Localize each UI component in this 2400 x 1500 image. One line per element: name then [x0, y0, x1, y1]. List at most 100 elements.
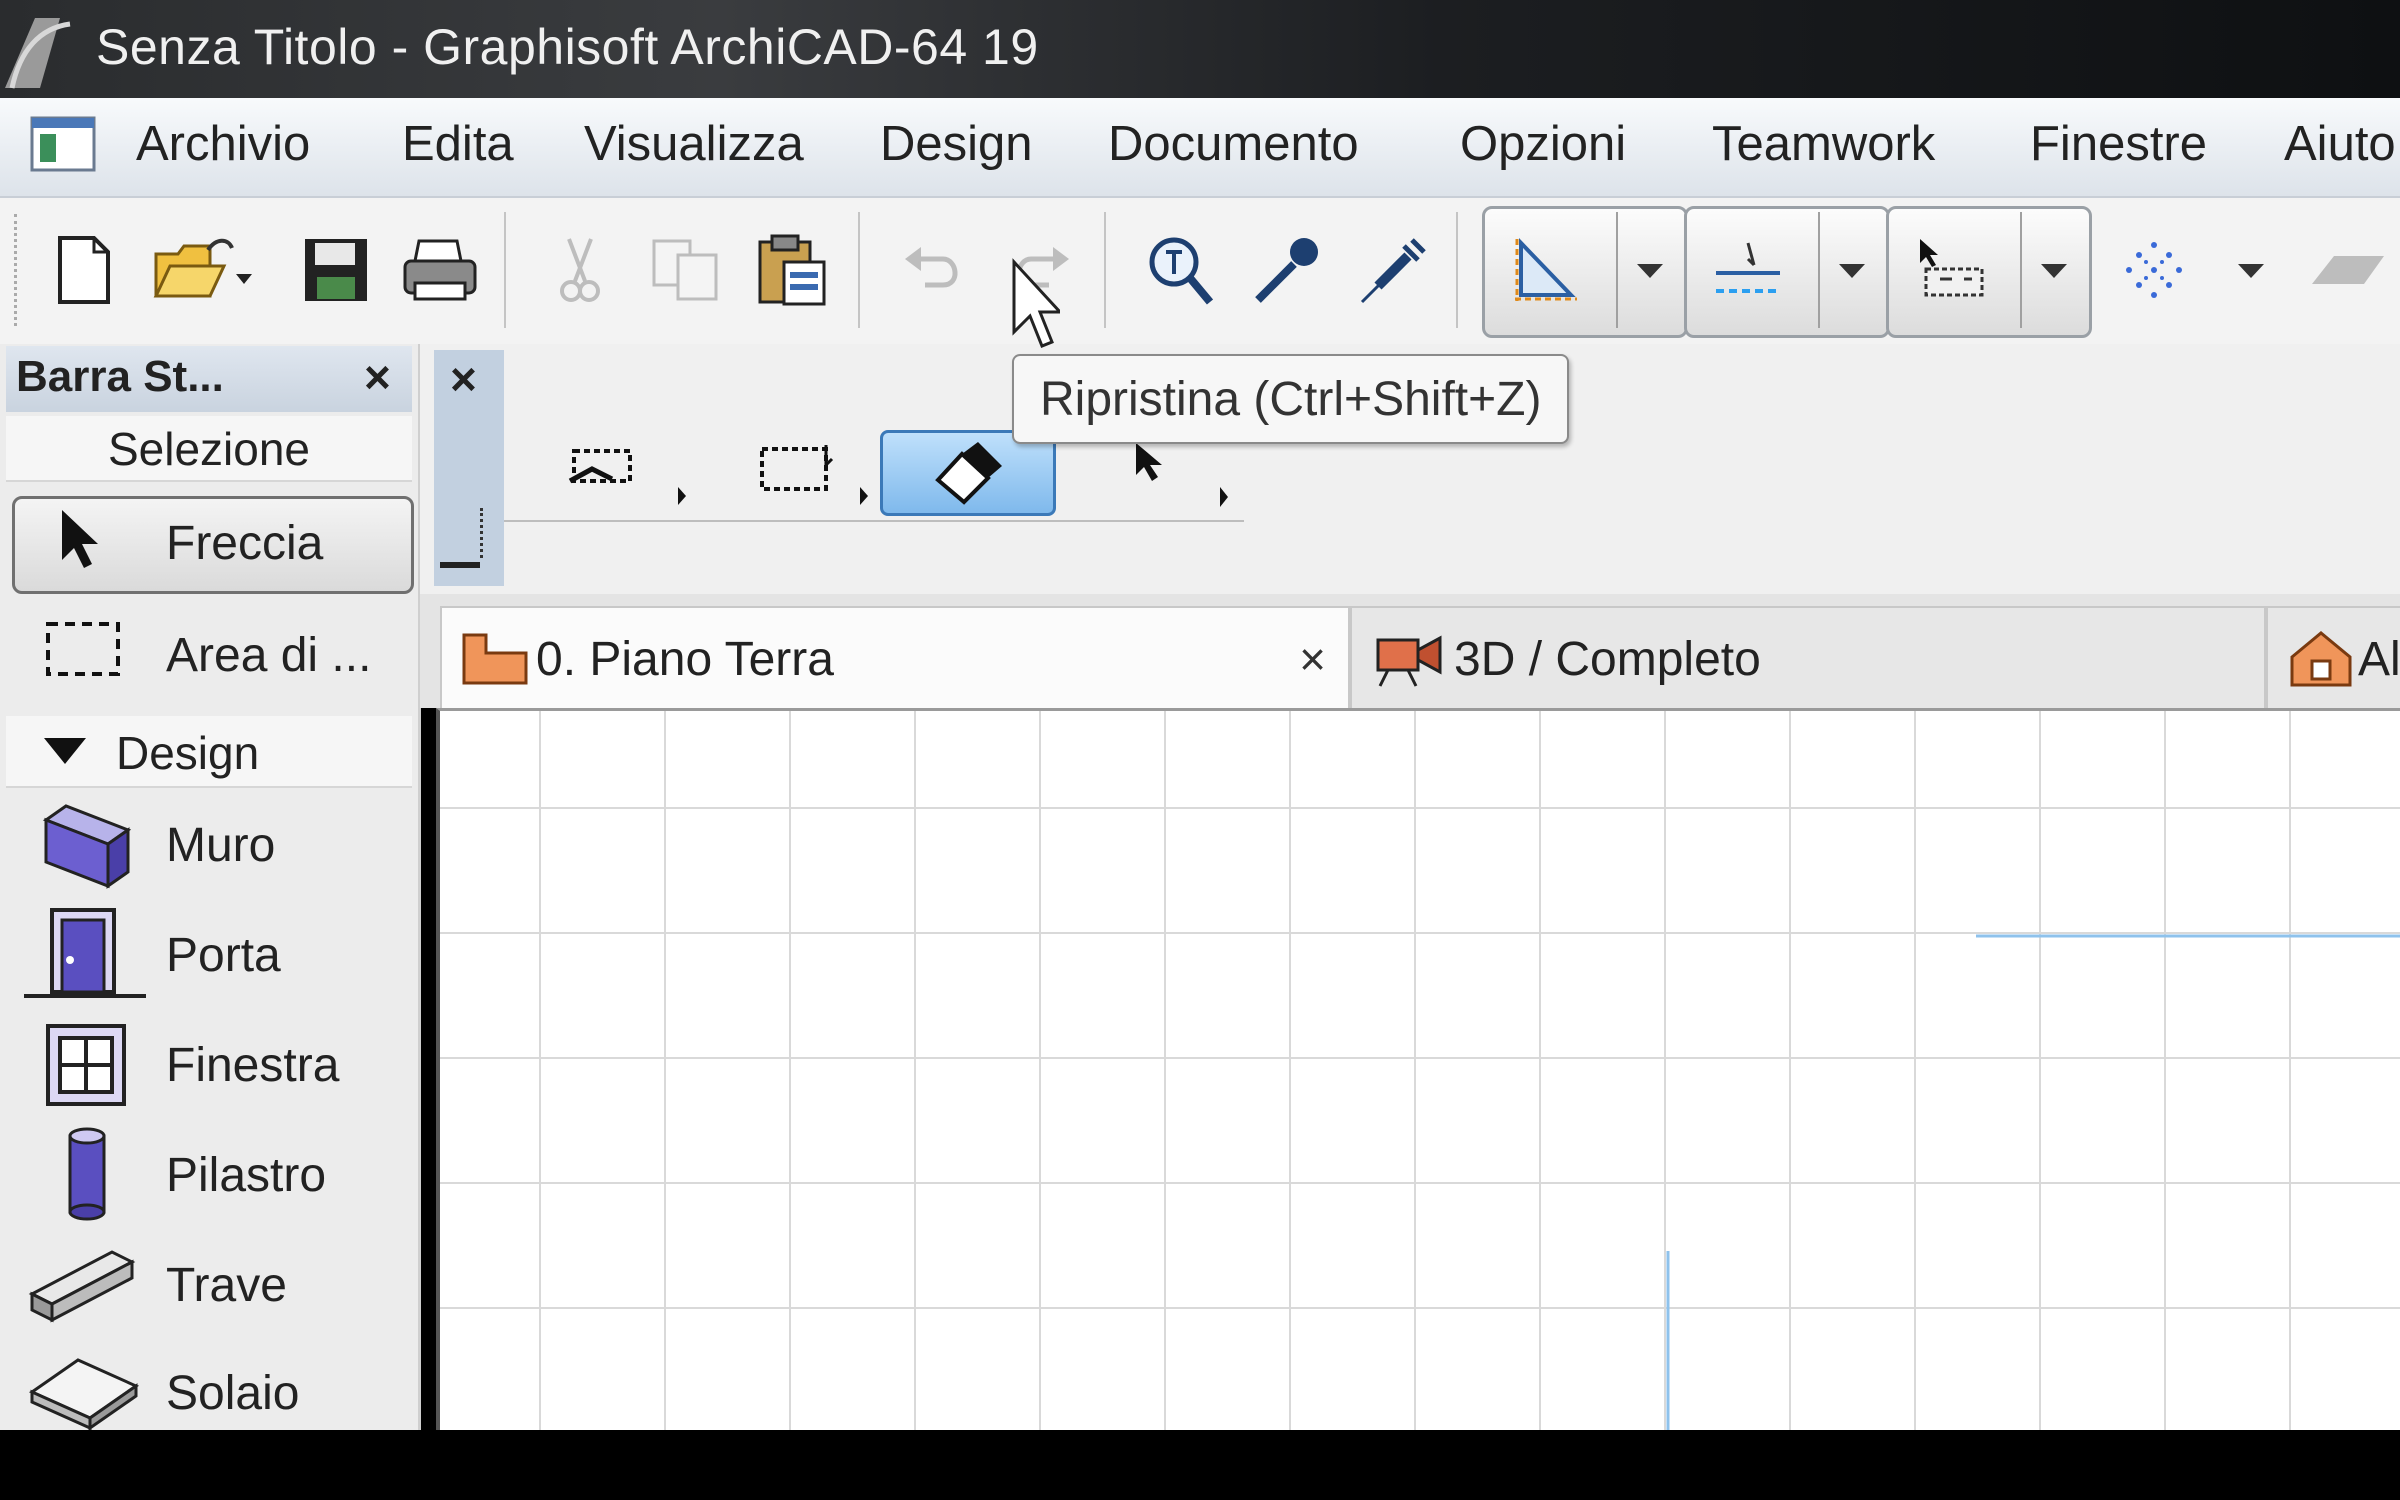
- rectangle-selection-button[interactable]: [730, 436, 880, 512]
- clipboard-icon: [758, 234, 826, 306]
- undo-button[interactable]: [888, 222, 980, 318]
- info-box-divider: [504, 520, 1244, 522]
- section-selection-label: Selezione: [107, 423, 311, 475]
- tab-elevation-label: Al: [2358, 632, 2400, 686]
- eyedropper-button[interactable]: [1240, 222, 1332, 318]
- pointer-arrow-icon: [1136, 443, 1228, 507]
- chevron-down-icon: [2041, 264, 2067, 278]
- menu-teamwork[interactable]: Teamwork: [1712, 116, 1935, 172]
- gravity-dropdown[interactable]: [1818, 212, 1884, 328]
- mouse-cursor-icon: [1012, 258, 1060, 348]
- triangle-down-icon: [44, 738, 86, 764]
- grid-snap-dropdown[interactable]: [2206, 222, 2296, 318]
- tool-arrow-label: Freccia: [166, 517, 324, 570]
- magnifier-select-icon: [1149, 237, 1214, 305]
- copy-button[interactable]: [640, 222, 732, 318]
- palette-close-button[interactable]: ×: [364, 350, 391, 404]
- window-icon: [46, 1024, 126, 1106]
- tool-window-label: Finestra: [166, 1039, 340, 1092]
- house-icon: [2290, 631, 2352, 687]
- column-icon: [68, 1127, 106, 1221]
- new-file-button[interactable]: [38, 222, 130, 318]
- menu-documento[interactable]: Documento: [1108, 116, 1359, 172]
- info-box-handle-bar: [440, 562, 480, 568]
- tool-wall-label: Muro: [166, 819, 276, 872]
- chevron-down-icon: [1839, 264, 1865, 278]
- beam-icon: [28, 1250, 136, 1323]
- info-box-close-button[interactable]: ×: [450, 352, 477, 406]
- tab-close-button[interactable]: ×: [1299, 632, 1326, 686]
- menu-archivio[interactable]: Archivio: [136, 116, 310, 172]
- tab-floor-plan[interactable]: 0. Piano Terra ×: [440, 606, 1350, 710]
- archicad-logo-icon: [5, 18, 71, 89]
- save-button[interactable]: [290, 222, 382, 318]
- tab-elevation[interactable]: Al: [2266, 606, 2400, 710]
- snap-guides-button[interactable]: [1500, 222, 1592, 318]
- selection-display-button[interactable]: [1904, 222, 1996, 318]
- magic-wand-icon: [935, 442, 1002, 505]
- toolbar-separator: [1456, 212, 1458, 328]
- tool-slab-label: Solaio: [166, 1367, 300, 1420]
- find-select-button[interactable]: [1134, 222, 1226, 318]
- plane-button[interactable]: [2296, 222, 2400, 318]
- toolbar-separator: [1104, 212, 1106, 328]
- toolbar-grip[interactable]: [14, 214, 23, 326]
- cut-button[interactable]: [534, 222, 626, 318]
- marquee-icon: [46, 622, 120, 676]
- tab-floor-plan-label: 0. Piano Terra: [536, 632, 834, 686]
- floor-plan-canvas[interactable]: [436, 708, 2400, 1433]
- eyedropper-icon: [1255, 238, 1318, 303]
- tool-marquee-label: Area di ...: [166, 629, 372, 682]
- snap-guides-dropdown[interactable]: [1616, 212, 1682, 328]
- syringe-icon: [1360, 238, 1426, 304]
- open-file-button[interactable]: [148, 222, 268, 318]
- bottom-edge: [0, 1430, 2400, 1500]
- gravity-button[interactable]: [1702, 222, 1794, 318]
- wall-icon: [42, 804, 132, 889]
- plane-icon: [2312, 256, 2384, 284]
- gravity-icon: [1716, 242, 1780, 293]
- chevron-down-icon: [2238, 264, 2264, 278]
- floor-plan-icon: [462, 633, 528, 685]
- video-camera-icon: [1376, 635, 1442, 687]
- undo-icon: [905, 247, 958, 288]
- dotted-grid-icon: [2126, 242, 2182, 298]
- redo-tooltip: Ripristina (Ctrl+Shift+Z): [1012, 354, 1570, 444]
- menu-design[interactable]: Design: [880, 116, 1033, 172]
- door-icon: [24, 908, 146, 998]
- menu-opzioni[interactable]: Opzioni: [1460, 116, 1626, 172]
- copy-icon: [652, 239, 718, 301]
- printer-icon: [403, 239, 477, 301]
- paste-button[interactable]: [746, 222, 838, 318]
- scissors-icon: [560, 238, 600, 302]
- menu-visualizza[interactable]: Visualizza: [584, 116, 804, 172]
- polygon-selection-icon: [568, 449, 686, 505]
- tab-3d-view-label: 3D / Completo: [1454, 632, 1761, 686]
- menu-aiuto[interactable]: Aiuto: [2284, 116, 2396, 172]
- menu-edita[interactable]: Edita: [402, 116, 514, 172]
- arrow-pointer-icon: [62, 510, 98, 568]
- info-box-handle[interactable]: [466, 508, 483, 558]
- section-design-label: Design: [116, 727, 260, 779]
- toolbar-separator: [858, 212, 860, 328]
- grid-snap-button[interactable]: [2108, 222, 2200, 318]
- chevron-down-icon: [1637, 264, 1663, 278]
- tool-column-label: Pilastro: [166, 1149, 327, 1202]
- floppy-disk-icon: [305, 239, 367, 301]
- syringe-button[interactable]: [1346, 222, 1438, 318]
- slab-icon: [28, 1358, 140, 1430]
- open-folder-icon: [153, 238, 252, 298]
- selection-display-dropdown[interactable]: [2020, 212, 2086, 328]
- drawing-grid: [440, 711, 2400, 1433]
- tab-3d-view[interactable]: 3D / Completo: [1350, 606, 2266, 710]
- window-title: Senza Titolo - Graphisoft ArchiCAD-64 19: [96, 19, 1039, 75]
- pointer-rectangle-icon: [1920, 239, 1984, 297]
- print-button[interactable]: [394, 222, 486, 318]
- set-square-icon: [1515, 238, 1577, 301]
- palette-title: Barra St...: [16, 352, 224, 401]
- tool-beam-label: Trave: [166, 1259, 287, 1312]
- pointer-mode-button[interactable]: [1090, 436, 1240, 512]
- document-menu-icon[interactable]: [30, 116, 96, 172]
- selection-method-button[interactable]: [548, 436, 698, 512]
- menu-finestre[interactable]: Finestre: [2030, 116, 2207, 172]
